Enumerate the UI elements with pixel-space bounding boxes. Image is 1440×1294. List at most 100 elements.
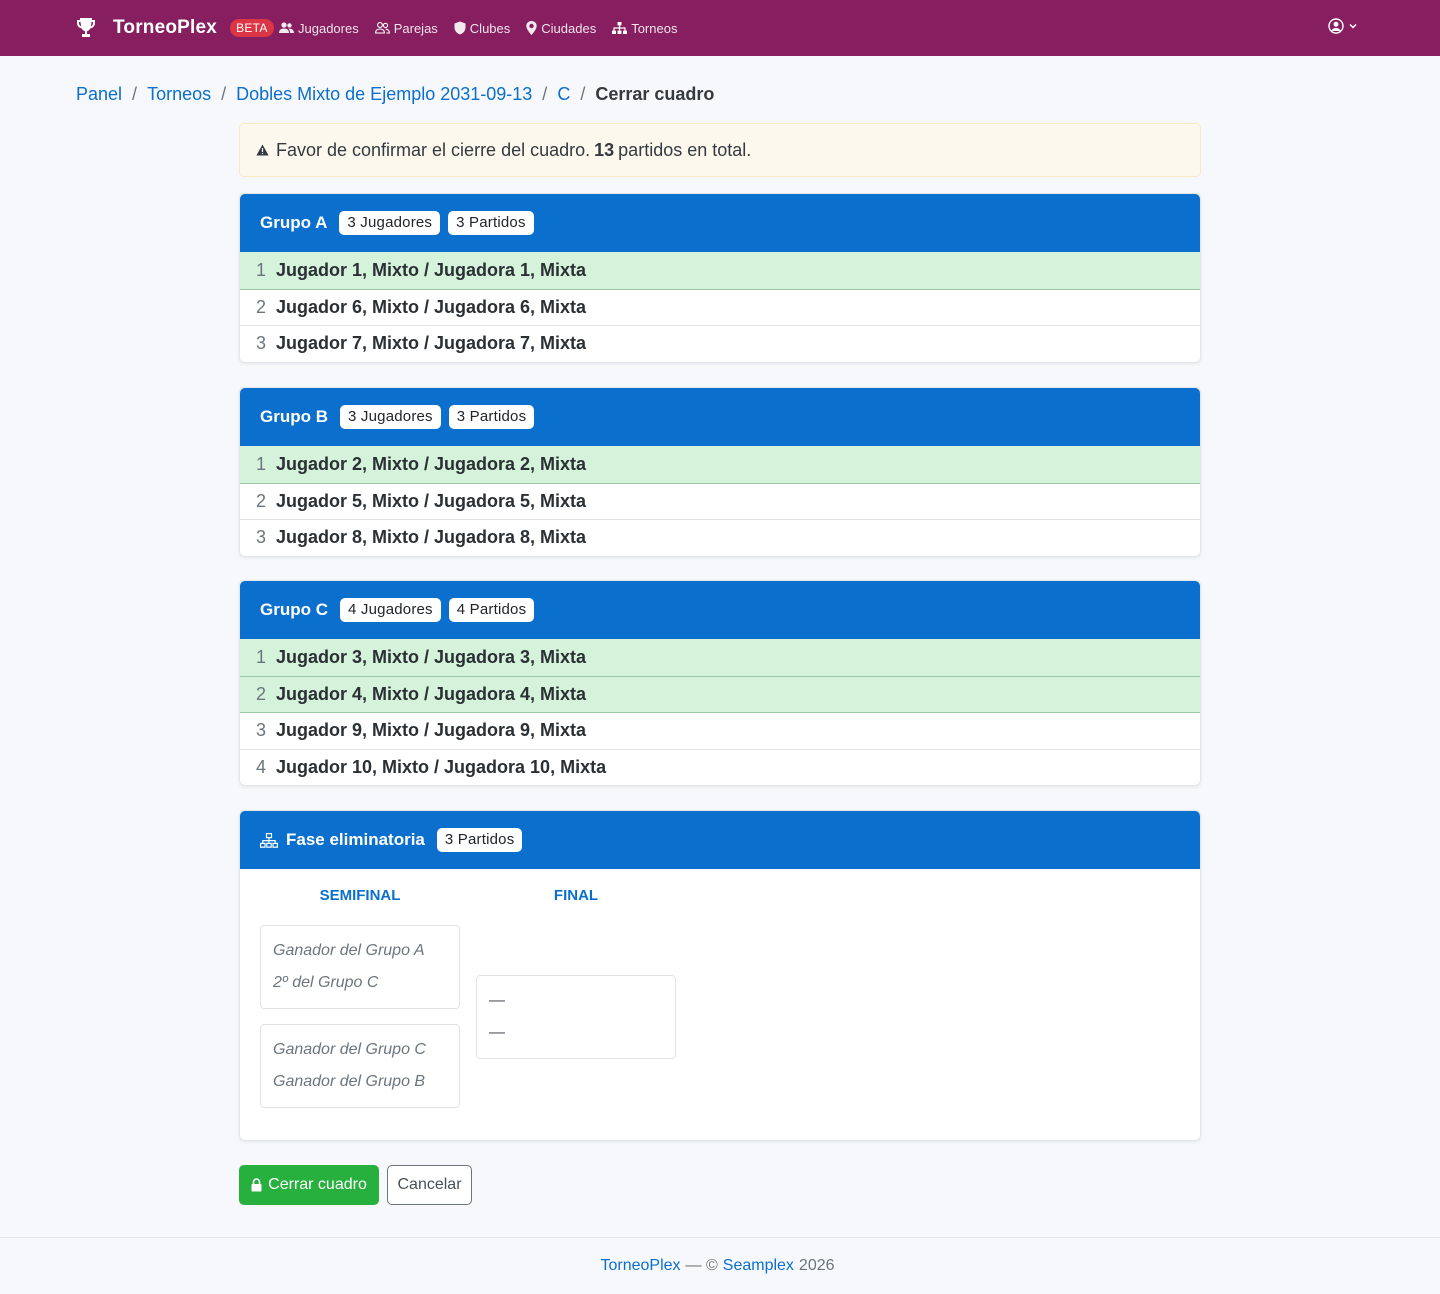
players-badge: 4 Jugadores — [340, 598, 441, 622]
user-circle-icon — [1328, 18, 1344, 34]
round-label-final: FINAL — [553, 887, 599, 904]
standing-row: 1 Jugador 3, Mixto / Jugadora 3, Mixta — [240, 639, 1200, 676]
shield-icon — [454, 21, 466, 35]
team-name: Jugador 4, Mixto / Jugadora 4, Mixta — [276, 683, 587, 704]
match-slot: Ganador del Grupo B — [273, 1073, 426, 1090]
round-label-semifinal: SEMIFINAL — [319, 887, 401, 904]
knockout-card: Fase eliminatoria 3 Partidos SEMIFINAL F… — [239, 810, 1201, 1141]
brand[interactable]: TorneoPlex BETA — [76, 0, 274, 56]
footer-app-link[interactable]: TorneoPlex — [600, 1257, 680, 1275]
match-slot: Ganador del Grupo A — [273, 942, 425, 959]
players-badge: 3 Jugadores — [339, 211, 441, 235]
confirm-alert: Favor de confirmar el cierre del cuadro.… — [239, 123, 1201, 177]
alert-text: Favor de confirmar el cierre del cuadro. — [276, 139, 591, 160]
group-title: Grupo C — [260, 600, 328, 619]
footer-year: 2026 — [798, 1257, 835, 1274]
group-card-a: Grupo A 3 Jugadores 3 Partidos 1 Jugador … — [239, 193, 1201, 363]
position: 1 — [256, 646, 267, 667]
knockout-title: Fase eliminatoria — [286, 830, 425, 849]
breadcrumb-separator: / — [132, 83, 138, 104]
nav-parejas[interactable]: Parejas — [374, 20, 438, 36]
nav-parejas-label: Parejas — [393, 20, 438, 36]
users-icon — [279, 22, 294, 33]
beta-badge: BETA — [230, 19, 274, 37]
breadcrumb-torneos[interactable]: Torneos — [147, 84, 211, 105]
position: 2 — [256, 490, 267, 511]
breadcrumb-category[interactable]: C — [557, 84, 570, 105]
match-slot: Ganador del Grupo C — [273, 1041, 426, 1058]
standings-list: 1 Jugador 3, Mixto / Jugadora 3, Mixta 2J… — [240, 639, 1200, 785]
footer-copyright: — © — [685, 1257, 718, 1274]
match-slot: — — [489, 992, 505, 1009]
group-title: Grupo B — [260, 407, 328, 426]
match-slot: — — [489, 1024, 505, 1041]
standing-row: 2 Jugador 4, Mixto / Jugadora 4, Mixta — [240, 675, 1200, 712]
nav-links: Jugadores Parejas Clubes Ciudades Torneo… — [279, 0, 693, 56]
group-header: Grupo C 4 Jugadores 4 Partidos — [240, 581, 1200, 639]
brand-name: TorneoPlex — [113, 17, 218, 38]
standing-row: 1 Jugador 2, Mixto / Jugadora 2, Mixta — [240, 446, 1200, 483]
standings-list: 1 Jugador 1, Mixto / Jugadora 1, Mixta 2J… — [240, 252, 1200, 362]
position: 1 — [256, 453, 267, 474]
group-header: Grupo A 3 Jugadores 3 Partidos — [240, 194, 1200, 252]
standing-row: 2 Jugador 5, Mixto / Jugadora 5, Mixta — [240, 482, 1200, 520]
position: 2 — [256, 683, 267, 704]
map-pin-icon — [526, 21, 537, 35]
breadcrumb-separator: / — [580, 83, 586, 104]
pair-icon — [374, 22, 390, 34]
team-name: Jugador 8, Mixto / Jugadora 8, Mixta — [276, 527, 587, 548]
user-menu[interactable] — [1328, 18, 1358, 34]
group-card-c: Grupo C 4 Jugadores 4 Partidos 1 Jugador … — [239, 580, 1201, 786]
matches-badge: 3 Partidos — [448, 405, 535, 429]
alert-count: 13 — [594, 139, 615, 160]
matches-badge: 3 Partidos — [436, 828, 523, 852]
group-card-b: Grupo B 3 Jugadores 3 Partidos 1 Jugador … — [239, 387, 1201, 557]
warning-icon — [256, 144, 269, 156]
close-bracket-button[interactable]: Cerrar cuadro — [239, 1165, 379, 1205]
team-name: Jugador 9, Mixto / Jugadora 9, Mixta — [276, 720, 587, 741]
sitemap-icon — [612, 22, 628, 34]
standing-row: 2 Jugador 6, Mixto / Jugadora 6, Mixta — [240, 288, 1200, 326]
bracket-match: Ganador del Grupo A 2º del Grupo C — [260, 925, 460, 1009]
breadcrumb-tournament[interactable]: Dobles Mixto de Ejemplo 2031-09-13 — [236, 84, 532, 105]
group-header: Grupo B 3 Jugadores 3 Partidos — [240, 388, 1200, 446]
lock-icon — [251, 1178, 262, 1192]
breadcrumb-panel[interactable]: Panel — [76, 84, 122, 105]
bracket-match: Ganador del Grupo C Ganador del Grupo B — [260, 1024, 460, 1108]
nav-clubes-label: Clubes — [469, 20, 511, 36]
matches-badge: 3 Partidos — [448, 211, 534, 235]
position: 1 — [256, 259, 267, 280]
breadcrumb-separator: / — [542, 83, 548, 104]
nav-jugadores[interactable]: Jugadores — [279, 21, 359, 36]
nav-ciudades[interactable]: Ciudades — [526, 21, 596, 36]
match-slot: 2º del Grupo C — [273, 974, 379, 991]
team-name: Jugador 6, Mixto / Jugadora 6, Mixta — [276, 296, 587, 317]
trophy-icon — [76, 17, 96, 39]
nav-ciudades-label: Ciudades — [541, 20, 597, 36]
bracket: SEMIFINAL FINAL Ganador del Grupo A 2º d… — [240, 869, 1200, 1139]
footer: TorneoPlex — © Seamplex 2026 — [0, 1237, 1440, 1294]
nav-clubes[interactable]: Clubes — [454, 21, 510, 36]
team-name: Jugador 1, Mixto / Jugadora 1, Mixta — [276, 259, 587, 280]
alert-text-after: partidos en total. — [618, 139, 752, 160]
nav-jugadores-label: Jugadores — [298, 20, 359, 36]
players-badge: 3 Jugadores — [340, 405, 441, 429]
team-name: Jugador 3, Mixto / Jugadora 3, Mixta — [276, 646, 587, 667]
position: 3 — [256, 333, 267, 354]
knockout-header: Fase eliminatoria 3 Partidos — [240, 811, 1200, 869]
top-navbar: TorneoPlex BETA Jugadores Parejas Clubes… — [0, 0, 1440, 56]
nav-torneos[interactable]: Torneos — [612, 21, 677, 36]
position: 4 — [256, 756, 267, 777]
position: 3 — [256, 720, 267, 741]
group-title: Grupo A — [260, 213, 328, 232]
team-name: Jugador 5, Mixto / Jugadora 5, Mixta — [276, 490, 587, 511]
cancel-button[interactable]: Cancelar — [387, 1165, 472, 1205]
standing-row: 3 Jugador 9, Mixto / Jugadora 9, Mixta — [240, 712, 1200, 749]
sitemap-icon — [260, 832, 278, 848]
standing-row: 3 Jugador 8, Mixto / Jugadora 8, Mixta — [240, 519, 1200, 556]
footer-company-link[interactable]: Seamplex — [723, 1257, 794, 1275]
position: 2 — [256, 296, 267, 317]
team-name: Jugador 7, Mixto / Jugadora 7, Mixta — [276, 333, 587, 354]
chevron-down-icon — [1349, 23, 1357, 29]
nav-torneos-label: Torneos — [631, 20, 678, 36]
